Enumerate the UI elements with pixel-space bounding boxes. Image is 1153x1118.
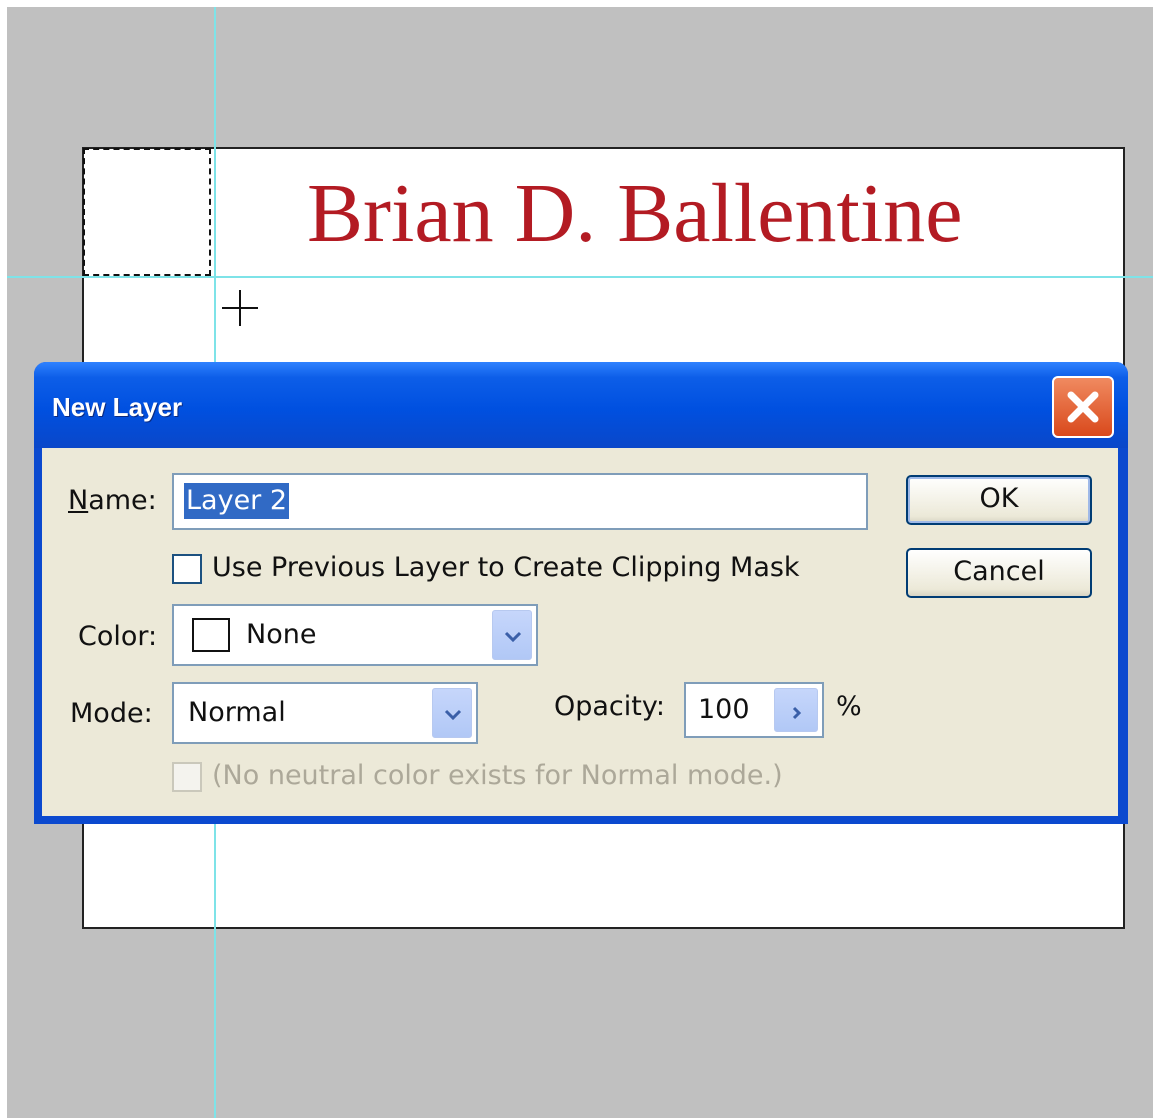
dialog-titlebar[interactable]: New Layer [34,362,1128,448]
color-swatch [192,618,230,652]
mode-value: Normal [188,697,286,728]
cancel-button[interactable]: Cancel [906,548,1092,598]
document-heading-text: Brian D. Ballentine [307,167,963,260]
name-label: Name: [68,485,157,516]
clipping-mask-checkbox[interactable] [172,554,202,584]
chevron-down-icon [504,631,522,643]
opacity-label: Opacity: [554,691,665,722]
opacity-unit: % [836,691,862,722]
mode-dropdown-arrow[interactable] [432,688,472,738]
name-label-rest: ame: [88,485,157,516]
name-input[interactable]: Layer 2 [172,473,868,530]
color-label: Color: [78,621,158,652]
opacity-value: 100 [698,694,750,725]
mode-label: Mode: [70,698,153,729]
color-dropdown[interactable]: None [172,604,538,666]
color-value: None [246,619,317,650]
color-dropdown-arrow[interactable] [492,610,532,660]
chevron-down-icon [444,709,462,721]
neutral-color-checkbox[interactable] [172,762,202,792]
chevron-right-icon [792,706,802,720]
opacity-input[interactable]: 100 [684,682,824,738]
close-button[interactable] [1052,376,1114,438]
opacity-slider-button[interactable] [774,688,818,732]
dialog-body: Name: Layer 2 OK Cancel Use Previous Lay… [42,448,1118,816]
name-input-value: Layer 2 [184,483,290,519]
crosshair-cursor-icon [222,290,258,326]
clipping-mask-label: Use Previous Layer to Create Clipping Ma… [212,552,800,583]
ok-button[interactable]: OK [906,475,1092,525]
mode-dropdown[interactable]: Normal [172,682,478,744]
new-layer-dialog: New Layer Name: Layer 2 OK Cancel Use Pr… [34,362,1128,824]
close-icon [1067,391,1099,423]
dialog-title: New Layer [52,392,183,422]
horizontal-guide[interactable] [7,276,1153,278]
neutral-color-label: (No neutral color exists for Normal mode… [212,760,783,791]
marquee-selection[interactable] [83,148,211,276]
